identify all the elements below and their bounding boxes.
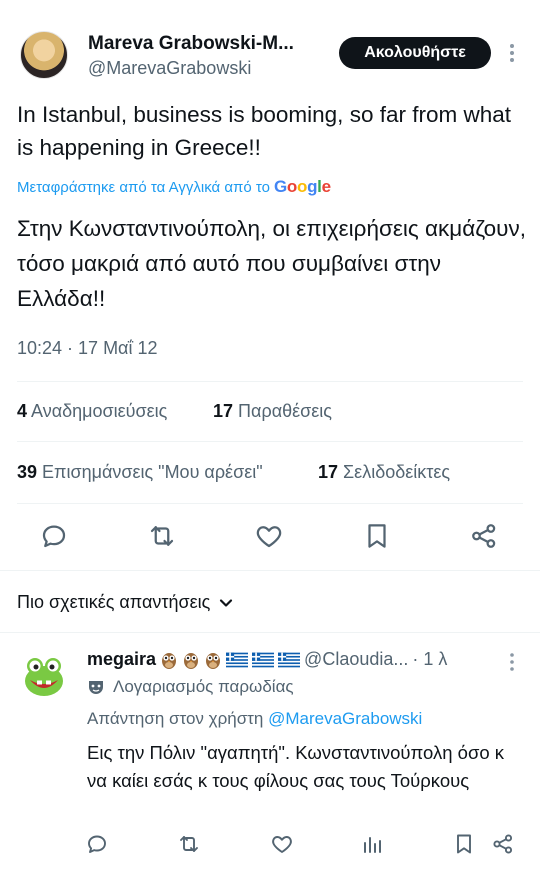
greek-flag-icon bbox=[278, 652, 301, 668]
reply-to-line: Απάντηση στον χρήστη @MarevaGrabowski bbox=[87, 709, 422, 729]
replies-sort-dropdown[interactable]: Πιο σχετικές απαντήσεις bbox=[17, 592, 234, 613]
parody-account-label: Λογαριασμός παρωδίας bbox=[87, 677, 294, 697]
views-icon[interactable] bbox=[360, 832, 384, 856]
mask-icon bbox=[87, 678, 105, 696]
reply-text: Εις την Πόλιν "αγαπητή". Κωνσταντινούπολ… bbox=[87, 742, 505, 791]
translation-attribution: Μεταφράστηκε από τα Αγγλικά από το Googl… bbox=[17, 177, 331, 197]
likes-stat[interactable]: 39 Επισημάνσεις "Μου αρέσει" bbox=[17, 462, 263, 483]
quotes-stat[interactable]: 17 Παραθέσεις bbox=[213, 401, 332, 422]
bookmarks-count: 17 bbox=[318, 462, 339, 482]
owl-emoji-icon bbox=[160, 650, 178, 670]
quotes-count: 17 bbox=[213, 401, 234, 421]
replies-sort-label: Πιο σχετικές απαντήσεις bbox=[17, 592, 211, 612]
tweet-timestamp[interactable]: 10:24 · 17 Μαΐ 12 bbox=[17, 338, 157, 359]
bookmark-icon[interactable] bbox=[362, 521, 392, 551]
likes-label: Επισημάνσεις "Μου αρέσει" bbox=[42, 462, 263, 482]
tweet-text: In Istanbul, business is booming, so far… bbox=[17, 102, 511, 160]
owl-emoji-icon bbox=[204, 650, 222, 670]
divider bbox=[17, 381, 523, 382]
reply-author-name[interactable]: megaira bbox=[87, 649, 156, 670]
divider bbox=[17, 503, 523, 504]
more-options-icon[interactable] bbox=[504, 651, 520, 673]
author-avatar[interactable] bbox=[20, 31, 68, 79]
reply-icon[interactable] bbox=[85, 832, 109, 856]
bookmarks-label: Σελιδοδείκτες bbox=[343, 462, 451, 482]
more-options-icon[interactable] bbox=[503, 41, 521, 65]
reposts-count: 4 bbox=[17, 401, 28, 421]
section-divider bbox=[0, 570, 540, 571]
section-divider bbox=[0, 632, 540, 633]
owl-emoji-icon bbox=[182, 650, 200, 670]
divider bbox=[17, 441, 523, 442]
reply-author-line: megaira @Claoudia... · 1 λ bbox=[87, 649, 447, 670]
translated-label: Μεταφράστηκε από τα Αγγλικά από το bbox=[17, 178, 270, 196]
bookmarks-stat[interactable]: 17 Σελιδοδείκτες bbox=[318, 462, 450, 483]
reply-author-handle[interactable]: @Claoudia... bbox=[304, 649, 408, 670]
reply-time[interactable]: · 1 λ bbox=[412, 649, 447, 670]
bookmark-icon[interactable] bbox=[452, 832, 476, 856]
author-name[interactable]: Mareva Grabowski-M... bbox=[88, 33, 294, 55]
reply-icon[interactable] bbox=[39, 521, 69, 551]
like-icon[interactable] bbox=[270, 832, 294, 856]
parody-label-text: Λογαριασμός παρωδίας bbox=[113, 677, 294, 696]
follow-button[interactable]: Ακολουθήστε bbox=[339, 37, 491, 69]
chevron-down-icon bbox=[218, 595, 234, 611]
share-icon[interactable] bbox=[491, 832, 515, 856]
quotes-label: Παραθέσεις bbox=[238, 401, 332, 421]
repost-icon[interactable] bbox=[147, 521, 177, 551]
reposts-stat[interactable]: 4 Αναδημοσιεύσεις bbox=[17, 401, 167, 422]
reposts-label: Αναδημοσιεύσεις bbox=[31, 401, 168, 421]
reply-to-handle[interactable]: @MarevaGrabowski bbox=[268, 709, 422, 728]
author-handle[interactable]: @MarevaGrabowski bbox=[88, 58, 251, 79]
like-icon[interactable] bbox=[254, 521, 284, 551]
reply-to-prefix: Απάντηση στον χρήστη bbox=[87, 709, 264, 728]
likes-count: 39 bbox=[17, 462, 38, 482]
google-logo: Google bbox=[273, 177, 331, 196]
greek-flag-icon bbox=[226, 652, 249, 668]
greek-flag-icon bbox=[252, 652, 275, 668]
reply-avatar[interactable] bbox=[20, 652, 68, 700]
share-icon[interactable] bbox=[469, 521, 499, 551]
repost-icon[interactable] bbox=[177, 832, 201, 856]
translated-text: Στην Κωνσταντινούπολη, οι επιχειρήσεις α… bbox=[17, 216, 526, 311]
